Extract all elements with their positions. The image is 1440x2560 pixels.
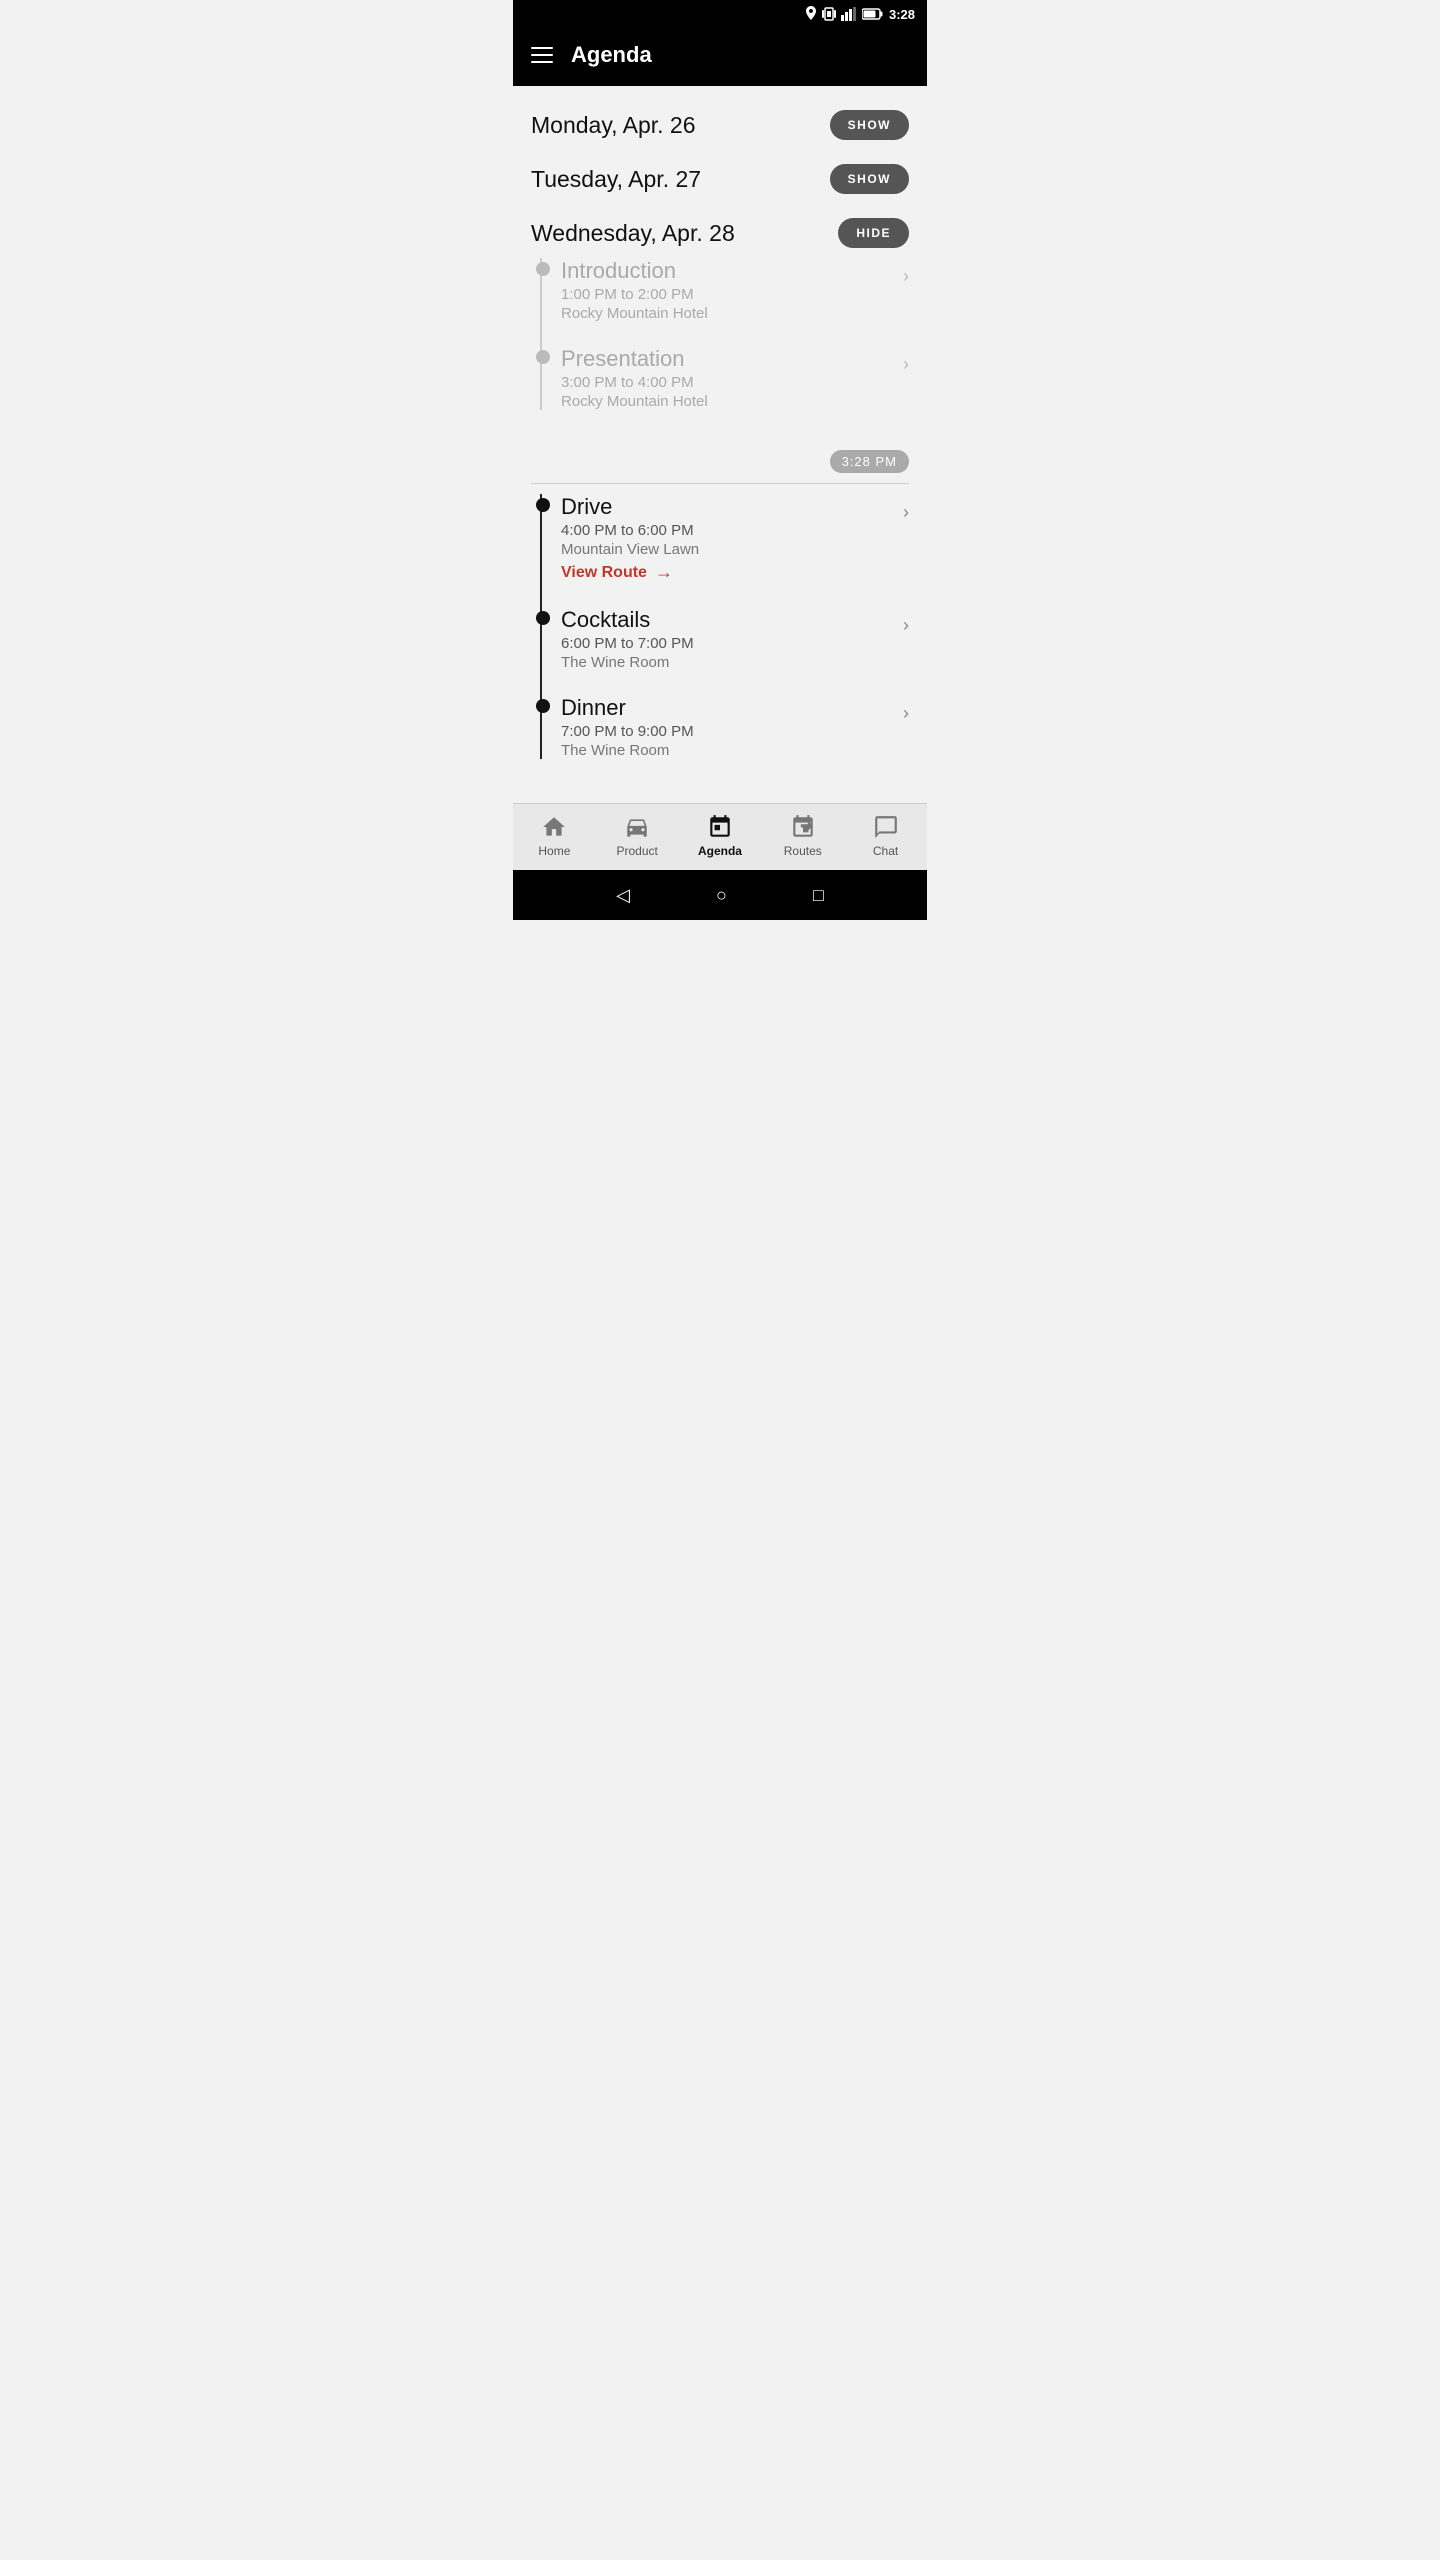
introduction-dot	[536, 262, 550, 276]
dinner-location: The Wine Room	[561, 742, 881, 759]
dinner-dot	[536, 699, 550, 713]
current-time-badge: 3:28 PM	[830, 450, 909, 473]
drive-dot	[536, 498, 550, 512]
status-bar: 3:28	[513, 0, 927, 28]
dinner-event[interactable]: Dinner 7:00 PM to 9:00 PM The Wine Room …	[561, 695, 909, 759]
nav-chat[interactable]: Chat	[856, 814, 916, 858]
timeline-active: Drive 4:00 PM to 6:00 PM Mountain View L…	[531, 494, 909, 759]
monday-label: Monday, Apr. 26	[531, 112, 696, 139]
cocktails-title: Cocktails	[561, 607, 881, 633]
wednesday-label: Wednesday, Apr. 28	[531, 220, 735, 247]
routes-nav-label: Routes	[784, 844, 822, 858]
home-nav-label: Home	[538, 844, 570, 858]
timeline-faded: Introduction 1:00 PM to 2:00 PM Rocky Mo…	[531, 258, 909, 410]
android-nav-bar: ◁ ○ □	[513, 870, 927, 920]
dinner-arrow: ›	[903, 703, 909, 724]
routes-icon	[790, 814, 816, 840]
time-divider-section: 3:28 PM	[513, 450, 927, 484]
tuesday-label: Tuesday, Apr. 27	[531, 166, 701, 193]
product-nav-label: Product	[617, 844, 658, 858]
bottom-navigation: Home Product Agenda Routes Chat	[513, 803, 927, 870]
location-icon	[805, 6, 817, 22]
home-button[interactable]: ○	[716, 885, 727, 906]
page-title: Agenda	[571, 42, 652, 68]
current-events: Drive 4:00 PM to 6:00 PM Mountain View L…	[513, 494, 927, 793]
presentation-event[interactable]: Presentation 3:00 PM to 4:00 PM Rocky Mo…	[561, 346, 909, 410]
back-button[interactable]: ◁	[616, 885, 630, 906]
dinner-title: Dinner	[561, 695, 881, 721]
cocktails-event[interactable]: Cocktails 6:00 PM to 7:00 PM The Wine Ro…	[561, 607, 909, 671]
monday-section: Monday, Apr. 26 SHOW	[513, 96, 927, 150]
app-header: Agenda	[513, 28, 927, 86]
introduction-title: Introduction	[561, 258, 881, 284]
drive-time: 4:00 PM to 6:00 PM	[561, 522, 881, 539]
introduction-event[interactable]: Introduction 1:00 PM to 2:00 PM Rocky Mo…	[561, 258, 909, 322]
presentation-title: Presentation	[561, 346, 881, 372]
timeline-line-active	[540, 494, 542, 759]
presentation-dot	[536, 350, 550, 364]
drive-location: Mountain View Lawn	[561, 541, 881, 558]
home-icon	[541, 814, 567, 840]
wednesday-events: Introduction 1:00 PM to 2:00 PM Rocky Mo…	[513, 258, 927, 444]
drive-title: Drive	[561, 494, 881, 520]
presentation-time: 3:00 PM to 4:00 PM	[561, 374, 881, 391]
introduction-time: 1:00 PM to 2:00 PM	[561, 286, 881, 303]
signal-icon	[841, 7, 857, 21]
battery-icon	[862, 8, 884, 20]
recents-button[interactable]: □	[813, 885, 824, 906]
tuesday-section: Tuesday, Apr. 27 SHOW	[513, 150, 927, 204]
nav-product[interactable]: Product	[607, 814, 667, 858]
timeline-divider	[531, 483, 909, 484]
chat-icon	[873, 814, 899, 840]
wednesday-section: Wednesday, Apr. 28 HIDE	[513, 204, 927, 258]
dinner-time: 7:00 PM to 9:00 PM	[561, 723, 881, 740]
chat-nav-label: Chat	[873, 844, 898, 858]
view-route-label: View Route	[561, 564, 647, 582]
nav-home[interactable]: Home	[524, 814, 584, 858]
presentation-arrow: ›	[903, 354, 909, 375]
vibrate-icon	[822, 6, 836, 22]
agenda-content: Monday, Apr. 26 SHOW Tuesday, Apr. 27 SH…	[513, 86, 927, 803]
product-icon	[624, 814, 650, 840]
agenda-icon	[707, 814, 733, 840]
status-time: 3:28	[889, 7, 915, 22]
timeline-line-faded	[540, 258, 542, 410]
monday-show-button[interactable]: SHOW	[830, 110, 909, 140]
introduction-arrow: ›	[903, 266, 909, 287]
cocktails-dot	[536, 611, 550, 625]
cocktails-time: 6:00 PM to 7:00 PM	[561, 635, 881, 652]
status-icons: 3:28	[805, 6, 915, 22]
nav-routes[interactable]: Routes	[773, 814, 833, 858]
drive-arrow: ›	[903, 502, 909, 523]
menu-button[interactable]	[531, 47, 553, 63]
nav-agenda[interactable]: Agenda	[690, 814, 750, 858]
cocktails-arrow: ›	[903, 615, 909, 636]
view-route-arrow-icon: →	[655, 562, 673, 583]
view-route-row[interactable]: View Route →	[561, 562, 881, 583]
agenda-nav-label: Agenda	[698, 844, 742, 858]
tuesday-show-button[interactable]: SHOW	[830, 164, 909, 194]
drive-event[interactable]: Drive 4:00 PM to 6:00 PM Mountain View L…	[561, 494, 909, 583]
presentation-location: Rocky Mountain Hotel	[561, 393, 881, 410]
wednesday-hide-button[interactable]: HIDE	[838, 218, 909, 248]
cocktails-location: The Wine Room	[561, 654, 881, 671]
introduction-location: Rocky Mountain Hotel	[561, 305, 881, 322]
